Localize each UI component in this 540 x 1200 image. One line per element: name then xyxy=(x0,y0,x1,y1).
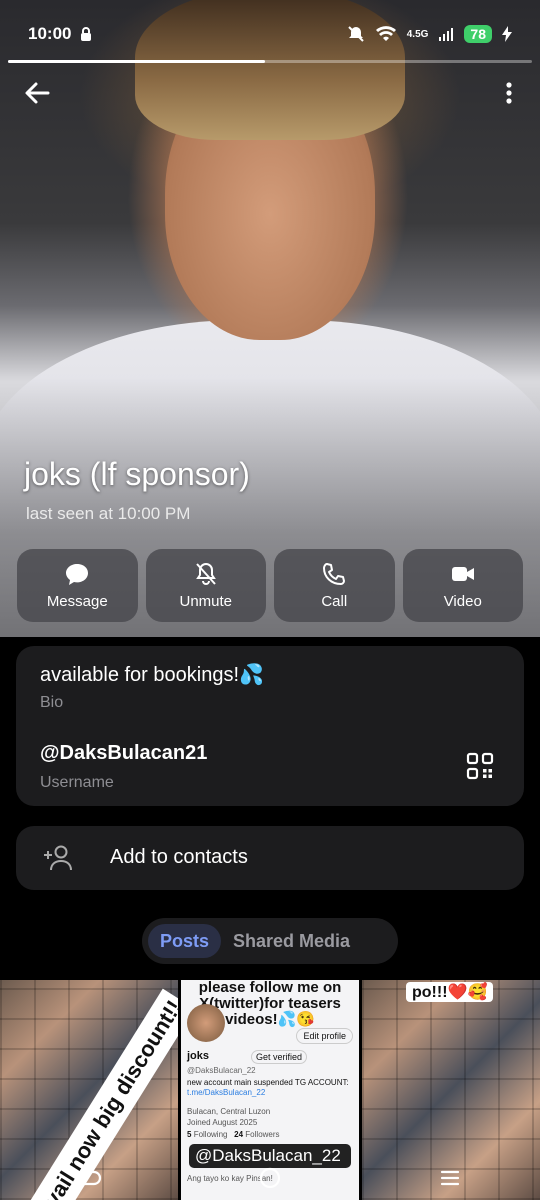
username-text[interactable]: @DaksBulacan21 xyxy=(40,742,207,765)
battery-level: 78 xyxy=(464,25,492,43)
following-count: 5 xyxy=(187,1130,192,1139)
edit-profile-label: Edit profile xyxy=(296,1028,353,1044)
unmute-button[interactable]: Unmute xyxy=(145,549,266,622)
get-verified-label: Get verified xyxy=(251,1050,308,1064)
tile-location-block: Bulacan, Central Luzon Joined August 202… xyxy=(187,1106,270,1128)
profile-name: joks (lf sponsor) xyxy=(24,456,250,492)
last-seen-status: last seen at 10:00 PM xyxy=(26,504,191,523)
nav-home-icon[interactable] xyxy=(256,1164,284,1192)
qr-code-icon[interactable] xyxy=(466,752,494,780)
charging-icon xyxy=(502,26,512,42)
call-button[interactable]: Call xyxy=(274,549,395,622)
tile-location: Bulacan, Central Luzon xyxy=(187,1107,271,1116)
add-to-contacts-button[interactable]: Add to contacts xyxy=(16,826,524,890)
add-person-icon xyxy=(44,845,72,871)
tile-profile-name: joks xyxy=(187,1050,210,1062)
status-time: 10:00 xyxy=(28,24,72,43)
add-to-contacts-label: Add to contacts xyxy=(110,846,248,868)
tile-handle: @DaksBulacan_22 xyxy=(187,1066,256,1075)
tile-joined: Joined August 2025 xyxy=(187,1118,258,1127)
phone-icon xyxy=(323,563,346,585)
message-label: Message xyxy=(46,593,108,610)
action-buttons: Message Unmute Call Video xyxy=(17,549,523,622)
more-options-icon[interactable] xyxy=(498,78,520,108)
network-type: 4.5G xyxy=(406,28,429,40)
lock-icon xyxy=(81,27,92,41)
followers-label: Followers xyxy=(245,1130,280,1139)
video-button[interactable]: Video xyxy=(402,549,523,622)
bio-label: Bio xyxy=(40,694,64,711)
nav-recents-icon[interactable] xyxy=(436,1164,464,1192)
profile-photo[interactable] xyxy=(0,0,540,637)
story-progress-bar xyxy=(8,60,532,63)
video-label: Video xyxy=(443,593,482,610)
media-tabs: Posts Shared Media xyxy=(142,918,398,964)
wifi-icon xyxy=(375,26,396,41)
profile-info-card: available for bookings!💦 Bio @DaksBulaca… xyxy=(16,646,524,806)
notifications-off-icon xyxy=(348,26,364,42)
bio-text[interactable]: available for bookings!💦 xyxy=(40,662,264,687)
bell-off-icon xyxy=(195,562,216,585)
tile-description-text: new account main suspended TG ACCOUNT: xyxy=(187,1078,349,1087)
message-button[interactable]: Message xyxy=(17,549,138,622)
username-label: Username xyxy=(40,774,114,791)
unmute-label: Unmute xyxy=(179,593,233,610)
story-progress-fill xyxy=(8,60,265,63)
avatar xyxy=(187,1004,225,1042)
nav-back-icon[interactable] xyxy=(76,1164,104,1192)
tab-posts[interactable]: Posts xyxy=(148,924,222,958)
signal-icon xyxy=(439,28,454,41)
message-icon xyxy=(66,564,89,585)
video-icon xyxy=(451,567,474,581)
call-label: Call xyxy=(321,593,348,610)
tile-follow-counts: 5 Following 24 Followers xyxy=(187,1130,280,1139)
back-arrow-icon[interactable] xyxy=(22,78,52,108)
tab-shared-media[interactable]: Shared Media xyxy=(221,931,362,952)
following-label: Following xyxy=(193,1130,228,1139)
followers-count: 24 xyxy=(234,1130,244,1139)
system-nav-bar xyxy=(0,1156,540,1200)
tile-description: new account main suspended TG ACCOUNT: t… xyxy=(187,1078,353,1098)
tile-description-link: t.me/DaksBulacan_22 xyxy=(187,1088,266,1097)
status-bar: 10:00 4.5G 78 xyxy=(28,18,512,50)
tile-caption: po!!!❤️🥰 xyxy=(406,982,494,1002)
